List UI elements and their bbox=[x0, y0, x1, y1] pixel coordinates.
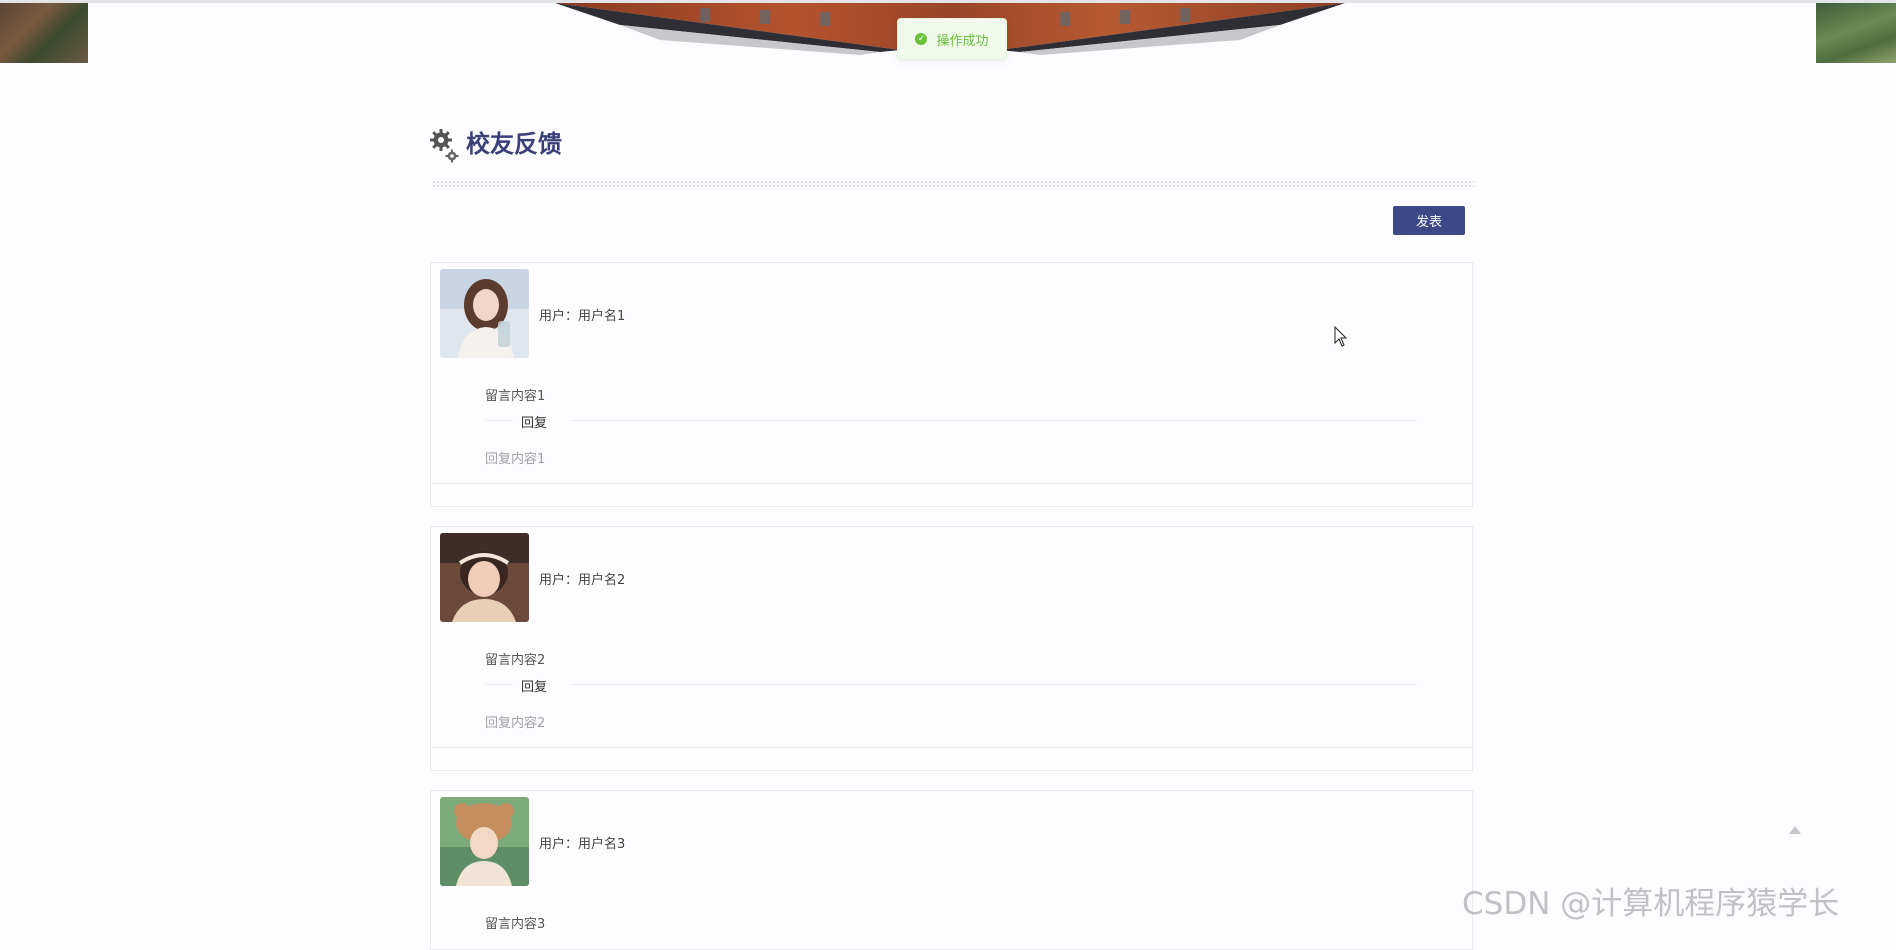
gear-icon bbox=[430, 129, 459, 163]
feedback-card: 用户：用户名2 留言内容2 回复 回复内容2 bbox=[430, 526, 1473, 771]
username: 用户名2 bbox=[578, 573, 626, 588]
message-content: 留言内容2 bbox=[485, 653, 546, 668]
user-prefix: 用户： bbox=[539, 573, 579, 588]
toast-message: 操作成功 bbox=[936, 33, 989, 49]
user-line: 用户：用户名1 bbox=[539, 305, 625, 324]
user-avatar[interactable] bbox=[440, 797, 529, 886]
user-line: 用户：用户名2 bbox=[539, 569, 625, 588]
user-prefix: 用户： bbox=[539, 309, 579, 324]
post-button[interactable]: 发表 bbox=[1393, 206, 1465, 235]
reply-content: 回复内容1 bbox=[485, 452, 546, 467]
message-content: 留言内容1 bbox=[485, 389, 546, 404]
success-toast: ✓ 操作成功 bbox=[897, 18, 1007, 60]
section-header: 校友反馈 bbox=[430, 128, 1474, 188]
feedback-card: 用户：用户名1 留言内容1 回复 回复内容1 bbox=[430, 262, 1473, 507]
user-avatar[interactable] bbox=[440, 269, 529, 358]
reply-label: 回复 bbox=[521, 416, 548, 431]
feedback-card: 用户：用户名3 留言内容3 bbox=[430, 790, 1473, 950]
reply-divider: 回复 bbox=[485, 674, 1417, 695]
reply-divider: 回复 bbox=[485, 410, 1417, 431]
mouse-cursor-icon bbox=[1334, 326, 1348, 347]
username: 用户名1 bbox=[578, 309, 626, 324]
user-avatar[interactable] bbox=[440, 533, 529, 622]
back-to-top-icon[interactable] bbox=[1788, 824, 1802, 836]
title-divider bbox=[432, 180, 1474, 187]
reply-content: 回复内容2 bbox=[485, 716, 546, 731]
watermark: CSDN @计算机程序猿学长 bbox=[1462, 886, 1840, 922]
username: 用户名3 bbox=[578, 837, 626, 852]
reply-label: 回复 bbox=[521, 680, 548, 695]
card-footer bbox=[431, 483, 1472, 506]
message-content: 留言内容3 bbox=[485, 917, 546, 932]
page-title: 校友反馈 bbox=[466, 130, 562, 158]
top-banner: ✓ 操作成功 bbox=[0, 0, 1896, 63]
card-footer bbox=[431, 747, 1472, 770]
user-line: 用户：用户名3 bbox=[539, 833, 625, 852]
user-prefix: 用户： bbox=[539, 837, 579, 852]
check-circle-icon: ✓ bbox=[915, 33, 928, 45]
